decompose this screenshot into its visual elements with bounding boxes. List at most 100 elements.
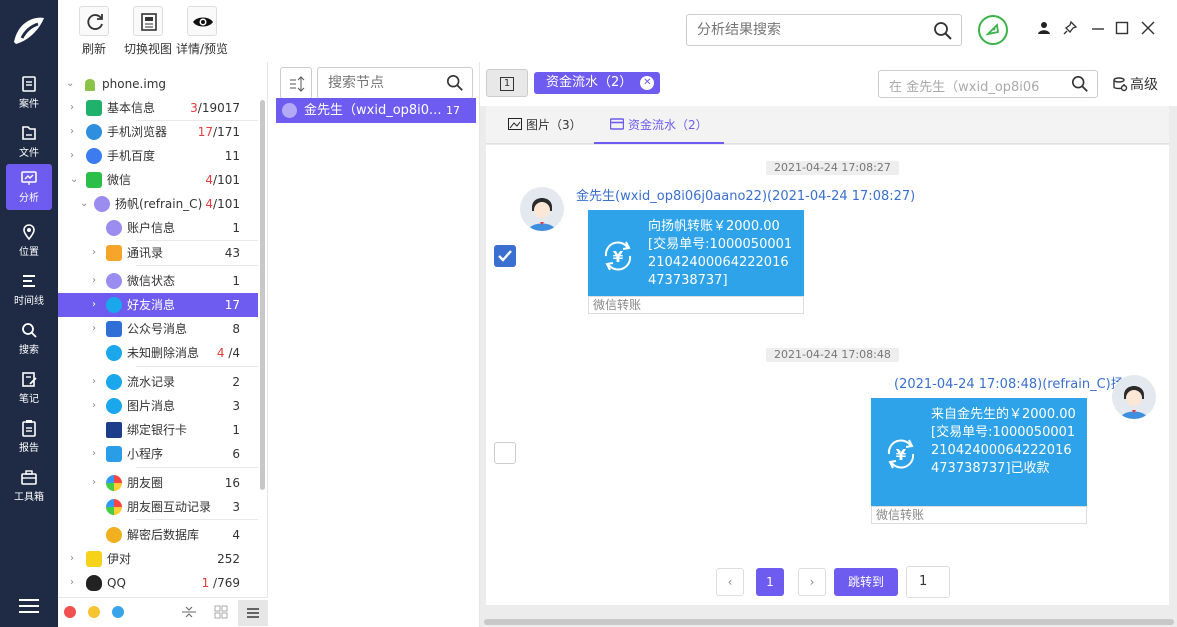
rail-item-report[interactable]: 报告 — [6, 414, 52, 458]
tree-scrollbar[interactable] — [260, 100, 265, 490]
details-preview-button[interactable]: 详情/预览 — [174, 6, 230, 57]
filter-chip[interactable]: 资金流水（2） ✕ — [534, 72, 661, 94]
chevron-right-icon[interactable]: › — [70, 547, 80, 571]
tree-item-count: 17 — [224, 298, 240, 312]
chevron-right-icon[interactable]: › — [92, 293, 102, 317]
transfer-card[interactable]: ¥ 向扬帆转账￥2000.00[交易单号:1000050001210424000… — [588, 210, 804, 314]
basic-info-icon — [86, 100, 102, 116]
chevron-right-icon[interactable]: › — [70, 571, 80, 595]
tree-item-basic-info[interactable]: › 基本信息 3/19017 — [58, 96, 258, 120]
node-search-field[interactable] — [317, 67, 473, 99]
jump-to-button[interactable]: 跳转到 — [834, 568, 898, 596]
maximize-icon[interactable] — [1114, 20, 1130, 36]
search-icon[interactable] — [1071, 75, 1089, 93]
tree-item-bank-card[interactable]: 绑定银行卡 1 — [58, 418, 258, 442]
filter-chip-label: 资金流水（2） — [546, 75, 633, 90]
advanced-search-button[interactable]: 高级 — [1112, 74, 1158, 94]
tree-item-official-accounts[interactable]: › 公众号消息 8 — [58, 317, 258, 341]
tree-item-baidu[interactable]: › 手机百度 11 — [58, 144, 258, 168]
tree-item-mini-programs[interactable]: › 小程序 6 — [58, 442, 258, 466]
chevron-right-icon[interactable]: › — [70, 96, 80, 120]
transfer-card[interactable]: ¥ 来自金先生的￥2000.00[交易单号:100005000121042400… — [871, 398, 1087, 524]
hamburger-menu-icon[interactable] — [19, 599, 39, 613]
list-view-button[interactable] — [238, 600, 268, 626]
chevron-right-icon[interactable]: › — [70, 144, 80, 168]
analysis-search-input[interactable] — [697, 22, 917, 38]
conversation-search-field[interactable]: 在 金先生（wxid_op8i06 — [878, 70, 1098, 98]
tree-item-qq[interactable]: › QQ 1 /769 — [58, 571, 258, 595]
main-header: 1 资金流水（2） ✕ 在 金先生（wxid_op8i06 高级 — [480, 62, 1177, 106]
status-shield-icon[interactable] — [978, 15, 1008, 45]
grid-view-icon[interactable] — [214, 605, 228, 619]
message-checkbox[interactable] — [494, 245, 516, 267]
rail-item-case[interactable]: 案件 — [6, 70, 52, 114]
rail-item-file[interactable]: 文件 — [6, 119, 52, 163]
rail-item-search[interactable]: 搜索 — [6, 316, 52, 360]
rail-item-note[interactable]: 笔记 — [6, 365, 52, 409]
horizontal-scrollbar[interactable] — [484, 619, 1174, 625]
tree-item-contacts[interactable]: › 通讯录 43 — [58, 241, 258, 265]
close-icon[interactable] — [1140, 20, 1156, 36]
message-checkbox[interactable] — [494, 442, 516, 464]
tree-item-yidui[interactable]: › 伊对 252 — [58, 547, 258, 571]
collapse-icon[interactable] — [182, 605, 196, 619]
node-search-input[interactable] — [328, 75, 438, 91]
tree-item-account-refrain[interactable]: ⌄ 扬帆(refrain_C) 4/101 — [58, 192, 258, 216]
tree-item-unknown-deleted[interactable]: 未知删除消息 4 /4 — [58, 341, 258, 365]
chevron-right-icon[interactable]: › — [70, 120, 80, 144]
chevron-right-icon[interactable]: › — [92, 241, 102, 265]
chevron-down-icon[interactable]: ⌄ — [70, 168, 80, 192]
tree-item-decrypted-db[interactable]: 解密后数据库 4 — [58, 523, 258, 547]
search-icon[interactable] — [933, 21, 953, 41]
chevron-down-icon[interactable]: ⌄ — [66, 72, 76, 96]
page-number-button[interactable]: 1 — [756, 568, 784, 596]
tab-fund-flow[interactable]: 资金流水（2） — [594, 106, 724, 144]
tree-item-wechat-status[interactable]: › 微信状态 1 — [58, 269, 258, 293]
page-indicator-button[interactable]: 1 — [486, 69, 528, 97]
tree-item-transactions[interactable]: › 流水记录 2 — [58, 370, 258, 394]
user-icon[interactable] — [1036, 20, 1052, 36]
node-item-count: 17 — [446, 104, 460, 117]
blue-filter-dot-icon[interactable] — [112, 606, 124, 618]
tree-item-mobile-browser[interactable]: › 手机浏览器 17/171 — [58, 120, 258, 144]
chevron-right-icon[interactable]: › — [92, 442, 102, 466]
tree-item-moments-interactions[interactable]: 朋友圈互动记录 3 — [58, 495, 258, 519]
red-filter-dot-icon[interactable] — [64, 606, 76, 618]
tree-item-wechat[interactable]: ⌄ 微信 4/101 — [58, 168, 258, 192]
conversation-search-placeholder: 在 金先生（wxid_op8i06 — [889, 80, 1040, 95]
close-icon[interactable]: ✕ — [640, 76, 655, 90]
pin-icon[interactable] — [1062, 20, 1078, 36]
jump-page-input[interactable]: 1 — [906, 566, 950, 598]
analysis-search-field[interactable] — [686, 14, 962, 46]
rail-item-timeline[interactable]: 时间线 — [6, 267, 52, 311]
sort-button[interactable] — [280, 67, 312, 99]
tree-item-friend-messages[interactable]: › 好友消息 17 — [58, 293, 258, 317]
baidu-icon — [86, 148, 102, 164]
rail-item-toolbox[interactable]: 工具箱 — [6, 463, 52, 507]
chevron-right-icon[interactable]: › — [92, 471, 102, 495]
tree-root-phone-img[interactable]: ⌄ phone.img — [58, 72, 258, 96]
tree-item-image-messages[interactable]: › 图片消息 3 — [58, 394, 258, 418]
chevron-right-icon[interactable]: › — [92, 394, 102, 418]
chevron-right-icon[interactable]: › — [92, 269, 102, 293]
node-item-contact[interactable]: 金先生（wxid_op8i0... 17 — [276, 98, 476, 123]
tree-item-label: 朋友圈 — [127, 476, 164, 490]
rail-item-analysis[interactable]: 分析 — [6, 164, 52, 210]
next-page-button[interactable]: › — [798, 568, 826, 596]
yellow-filter-dot-icon[interactable] — [88, 606, 100, 618]
node-item-label: 金先生（wxid_op8i0... — [304, 103, 442, 118]
chevron-right-icon[interactable]: › — [92, 370, 102, 394]
chevron-right-icon[interactable]: › — [92, 317, 102, 341]
tree-item-moments[interactable]: › 朋友圈 16 — [58, 471, 258, 495]
note-icon — [22, 372, 37, 387]
tab-images[interactable]: 图片（3） — [508, 106, 582, 144]
refresh-button[interactable]: 刷新 — [76, 6, 112, 57]
switch-view-button[interactable]: 切换视图 — [122, 6, 174, 57]
rail-item-location[interactable]: 位置 — [6, 218, 52, 262]
rail-label: 笔记 — [19, 394, 39, 405]
search-icon[interactable] — [446, 74, 464, 92]
prev-page-button[interactable]: ‹ — [716, 568, 744, 596]
chevron-down-icon[interactable]: ⌄ — [80, 192, 90, 216]
tree-item-account-info[interactable]: 账户信息 1 — [58, 216, 258, 240]
minimize-icon[interactable] — [1090, 20, 1106, 36]
